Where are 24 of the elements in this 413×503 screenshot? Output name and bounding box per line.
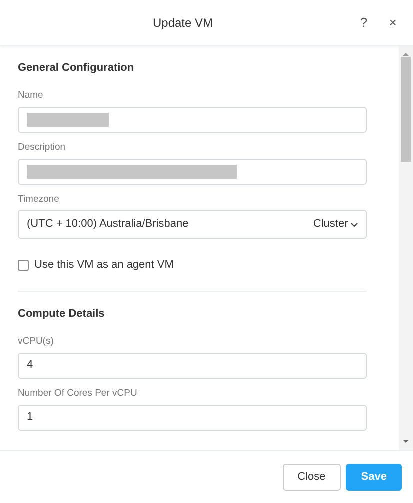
- input-field[interactable]: 4: [18, 352, 367, 378]
- help-button[interactable]: ?: [355, 12, 373, 32]
- dialog-title: Update VM: [152, 14, 214, 32]
- scroll-thumb[interactable]: [401, 57, 411, 162]
- checkbox-label: Use this VM as an agent VM: [34, 258, 174, 273]
- checkbox[interactable]: [18, 260, 29, 271]
- field-label: Timezone: [18, 194, 60, 206]
- close-button[interactable]: Close: [282, 464, 341, 490]
- close-button[interactable]: ×: [384, 12, 402, 32]
- field-label: Name: [18, 90, 44, 102]
- input-field[interactable]: 1: [18, 404, 367, 430]
- input-field[interactable]: [18, 159, 367, 185]
- timezone-select[interactable]: (UTC + 10:00) Australia/Brisbane Cluster: [18, 210, 367, 239]
- field-label: vCPU(s): [18, 336, 55, 348]
- scope-dropdown[interactable]: Cluster: [313, 216, 348, 233]
- scroll-down-icon[interactable]: [403, 440, 409, 443]
- scrollbar[interactable]: [399, 46, 413, 450]
- caret-icon: [351, 222, 358, 226]
- section-title: General Configuration: [18, 61, 136, 75]
- select-value: (UTC + 10:00) Australia/Brisbane: [27, 217, 190, 232]
- field-label: Description: [18, 142, 67, 154]
- input-field[interactable]: [18, 107, 367, 133]
- field-label: Number Of Cores Per vCPU: [18, 388, 138, 400]
- section-title: Compute Details: [18, 306, 106, 320]
